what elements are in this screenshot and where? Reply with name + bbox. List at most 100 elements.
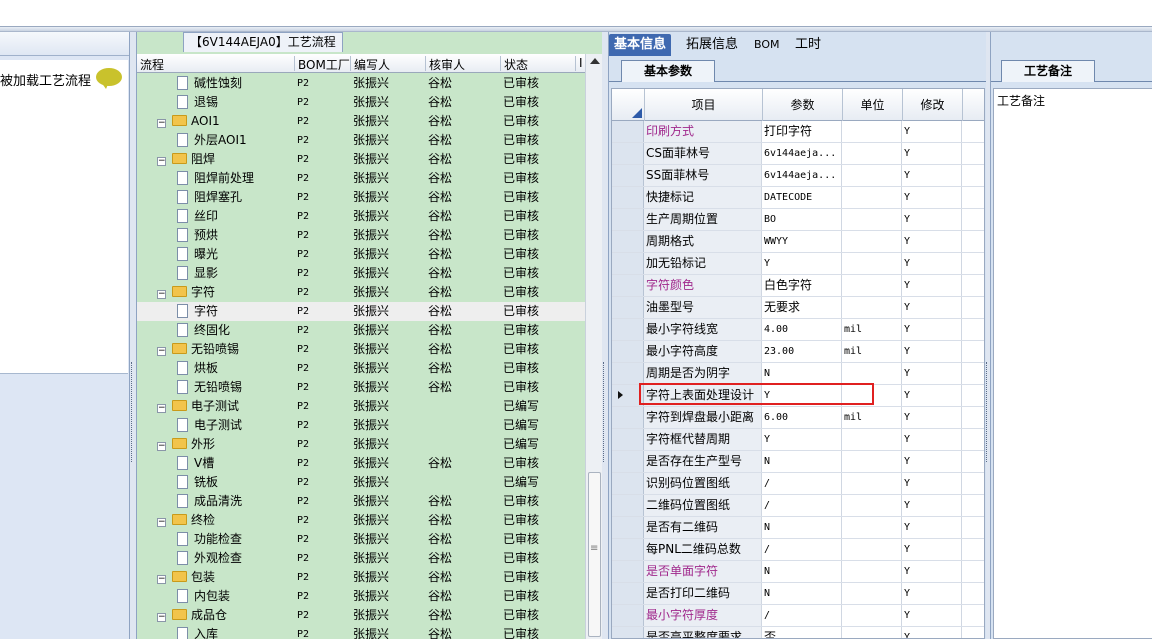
tree-node[interactable]: − 外形: [157, 435, 215, 454]
col-writer[interactable]: 编写人: [350, 56, 390, 72]
table-row[interactable]: − 字符 P2 张振兴 谷松 已审核: [137, 283, 585, 302]
table-row[interactable]: − 电子测试 P2 张振兴 已编写: [137, 397, 585, 416]
table-row[interactable]: V槽 P2 张振兴 谷松 已审核: [137, 454, 585, 473]
param-value-cell[interactable]: WWYY: [762, 231, 842, 252]
row-indicator[interactable]: [612, 407, 644, 428]
param-row[interactable]: 是否有二维码 N Y: [612, 517, 984, 539]
tree-node[interactable]: 成品清洗: [177, 492, 242, 511]
param-value-cell[interactable]: N: [762, 451, 842, 472]
param-row[interactable]: 最小字符线宽 4.00 mil Y: [612, 319, 984, 341]
table-row[interactable]: 外观检查 P2 张振兴 谷松 已审核: [137, 549, 585, 568]
param-row[interactable]: SS面菲林号 6v144aeja... Y: [612, 165, 984, 187]
param-row[interactable]: 每PNL二维码总数 / Y: [612, 539, 984, 561]
collapse-toggle-icon[interactable]: −: [157, 290, 166, 299]
param-row[interactable]: 最小字符高度 23.00 mil Y: [612, 341, 984, 363]
comment-bubble-icon[interactable]: [96, 68, 122, 89]
row-indicator[interactable]: [612, 275, 644, 296]
tree-node[interactable]: 入库: [177, 625, 218, 639]
notes-textarea[interactable]: 工艺备注: [993, 88, 1152, 639]
col-unit[interactable]: 单位: [842, 89, 902, 121]
param-value-cell[interactable]: /: [762, 539, 842, 560]
row-indicator[interactable]: [612, 451, 644, 472]
table-row[interactable]: − 无铅喷锡 P2 张振兴 谷松 已审核: [137, 340, 585, 359]
param-value-cell[interactable]: /: [762, 473, 842, 494]
tree-node[interactable]: 退锡: [177, 93, 218, 112]
table-row[interactable]: 入库 P2 张振兴 谷松 已审核: [137, 625, 585, 639]
row-indicator[interactable]: [612, 143, 644, 164]
param-value-cell[interactable]: 打印字符: [762, 121, 842, 142]
collapse-toggle-icon[interactable]: −: [157, 442, 166, 451]
table-row[interactable]: 成品清洗 P2 张振兴 谷松 已审核: [137, 492, 585, 511]
row-indicator[interactable]: [612, 473, 644, 494]
table-row[interactable]: 显影 P2 张振兴 谷松 已审核: [137, 264, 585, 283]
row-indicator[interactable]: [612, 297, 644, 318]
tree-node[interactable]: 阻焊前处理: [177, 169, 254, 188]
row-indicator[interactable]: [612, 319, 644, 340]
table-row[interactable]: 外层AOI1 P2 张振兴 谷松 已审核: [137, 131, 585, 150]
row-indicator[interactable]: [612, 561, 644, 582]
param-value-cell[interactable]: N: [762, 517, 842, 538]
tree-node[interactable]: − 包装: [157, 568, 215, 587]
tree-node[interactable]: 预烘: [177, 226, 218, 245]
param-value-cell[interactable]: N: [762, 561, 842, 582]
tree-node[interactable]: 曝光: [177, 245, 218, 264]
param-value-cell[interactable]: 4.00: [762, 319, 842, 340]
param-value-cell[interactable]: 6v144aeja...: [762, 165, 842, 186]
collapse-toggle-icon[interactable]: −: [157, 157, 166, 166]
tab-extended-info[interactable]: 拓展信息: [681, 34, 743, 56]
tree-node[interactable]: 铣板: [177, 473, 218, 492]
col-modify[interactable]: 修改: [902, 89, 962, 121]
tree-node[interactable]: − 阻焊: [157, 150, 215, 169]
row-indicator[interactable]: [612, 231, 644, 252]
col-status[interactable]: 状态: [500, 56, 528, 72]
tab-work-hours[interactable]: 工时: [790, 34, 826, 56]
param-row[interactable]: 二维码位置图纸 / Y: [612, 495, 984, 517]
scroll-thumb[interactable]: [588, 472, 601, 637]
tree-node[interactable]: 外层AOI1: [177, 131, 247, 150]
param-value-cell[interactable]: N: [762, 363, 842, 384]
collapse-toggle-icon[interactable]: −: [157, 613, 166, 622]
row-indicator[interactable]: [612, 341, 644, 362]
collapse-toggle-icon[interactable]: −: [157, 518, 166, 527]
row-indicator[interactable]: [612, 363, 644, 384]
col-param[interactable]: 参数: [762, 89, 842, 121]
row-indicator[interactable]: [612, 429, 644, 450]
param-row[interactable]: 是否单面字符 N Y: [612, 561, 984, 583]
param-value-cell[interactable]: 23.00: [762, 341, 842, 362]
table-row[interactable]: − 阻焊 P2 张振兴 谷松 已审核: [137, 150, 585, 169]
param-row[interactable]: CS面菲林号 6v144aeja... Y: [612, 143, 984, 165]
param-row[interactable]: 识别码位置图纸 / Y: [612, 473, 984, 495]
param-row[interactable]: 加无铅标记 Y Y: [612, 253, 984, 275]
param-row[interactable]: 是否打印二维码 N Y: [612, 583, 984, 605]
tree-node[interactable]: − 无铅喷锡: [157, 340, 239, 359]
collapse-toggle-icon[interactable]: −: [157, 347, 166, 356]
row-indicator[interactable]: [612, 187, 644, 208]
table-row[interactable]: 阻焊塞孔 P2 张振兴 谷松 已审核: [137, 188, 585, 207]
param-row[interactable]: 字符框代替周期 Y Y: [612, 429, 984, 451]
table-row[interactable]: − 外形 P2 张振兴 已编写: [137, 435, 585, 454]
table-row[interactable]: 无铅喷锡 P2 张振兴 谷松 已审核: [137, 378, 585, 397]
table-row[interactable]: 内包装 P2 张振兴 谷松 已审核: [137, 587, 585, 606]
subtab-basic-params[interactable]: 基本参数: [621, 60, 715, 82]
table-row[interactable]: 烘板 P2 张振兴 谷松 已审核: [137, 359, 585, 378]
table-row[interactable]: − AOI1 P2 张振兴 谷松 已审核: [137, 112, 585, 131]
col-bom-factory[interactable]: BOM工厂: [294, 56, 350, 72]
row-indicator[interactable]: [612, 209, 644, 230]
tree-node[interactable]: − 电子测试: [157, 397, 239, 416]
table-row[interactable]: 终固化 P2 张振兴 谷松 已审核: [137, 321, 585, 340]
param-value-cell[interactable]: BO: [762, 209, 842, 230]
row-indicator[interactable]: [612, 165, 644, 186]
param-row[interactable]: 生产周期位置 BO Y: [612, 209, 984, 231]
tree-node[interactable]: 电子测试: [177, 416, 242, 435]
row-indicator[interactable]: [612, 583, 644, 604]
tree-node[interactable]: 碱性蚀刻: [177, 74, 242, 93]
collapse-toggle-icon[interactable]: −: [157, 119, 166, 128]
param-row[interactable]: 印刷方式 打印字符 Y: [612, 121, 984, 143]
tree-node[interactable]: 阻焊塞孔: [177, 188, 242, 207]
tree-node[interactable]: 无铅喷锡: [177, 378, 242, 397]
row-indicator[interactable]: [612, 539, 644, 560]
param-row[interactable]: 字符到焊盘最小距离 6.00 mil Y: [612, 407, 984, 429]
collapse-toggle-icon[interactable]: −: [157, 575, 166, 584]
param-value-cell[interactable]: N: [762, 583, 842, 604]
tree-node[interactable]: 显影: [177, 264, 218, 283]
